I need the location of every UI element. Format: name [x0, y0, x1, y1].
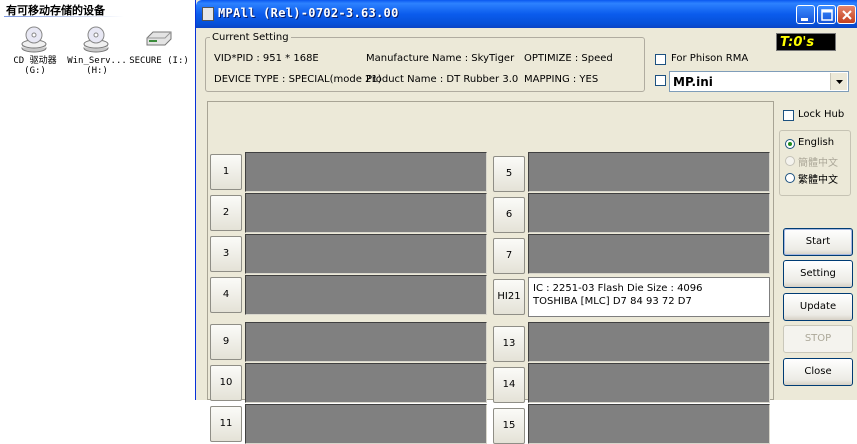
- setting-button[interactable]: Setting: [783, 260, 853, 288]
- optimize-text: OPTIMIZE : Speed: [524, 53, 613, 64]
- port-button-13[interactable]: 13: [493, 326, 525, 362]
- port-button-hi21[interactable]: HI21: [493, 279, 525, 315]
- port-info-hi21: IC : 2251-03 Flash Die Size : 4096 TOSHI…: [528, 277, 770, 317]
- radio-simplified-chinese[interactable]: [785, 156, 795, 166]
- port-status-5: [528, 152, 770, 192]
- update-button[interactable]: Update: [783, 293, 853, 321]
- cd-drive-icon: [83, 26, 109, 53]
- window-title: MPAll (Rel)-0702-3.63.00: [218, 6, 399, 20]
- mpall-window: MPAll (Rel)-0702-3.63.00 Current Setting…: [195, 0, 857, 444]
- ini-checkbox[interactable]: [655, 75, 666, 86]
- port-info-line2: TOSHIBA [MLC] D7 84 93 72 D7: [533, 296, 692, 307]
- drive-label: CD 驱动器: [13, 56, 57, 66]
- close-button[interactable]: Close: [783, 358, 853, 386]
- window-client: Current Setting VID*PID : 951 * 168E Man…: [199, 28, 857, 444]
- minimize-icon: [801, 18, 808, 21]
- port-status-13: [528, 322, 770, 362]
- radio-traditional-chinese[interactable]: [785, 173, 795, 183]
- port-status-9: [245, 322, 487, 362]
- app-icon: [202, 7, 214, 21]
- close-icon: [842, 10, 852, 20]
- product-name-text: Product Name : DT Rubber 3.0: [366, 74, 519, 85]
- maximize-button[interactable]: [817, 5, 836, 24]
- current-setting-group: Current Setting VID*PID : 951 * 168E Man…: [205, 32, 645, 92]
- port-button-4[interactable]: 4: [210, 277, 242, 313]
- ini-file-select[interactable]: MP.ini: [669, 71, 849, 92]
- port-button-11[interactable]: 11: [210, 406, 242, 442]
- start-button[interactable]: Start: [783, 228, 853, 256]
- drive-letter: (G:): [24, 66, 46, 76]
- lock-hub-label: Lock Hub: [798, 109, 845, 120]
- title-bar[interactable]: MPAll (Rel)-0702-3.63.00: [196, 0, 857, 28]
- port-status-10: [245, 363, 487, 403]
- port-status-14: [528, 363, 770, 403]
- language-label-simplified: 簡體中文: [798, 158, 838, 169]
- maximize-icon: [821, 9, 833, 21]
- port-button-15[interactable]: 15: [493, 408, 525, 444]
- port-button-5[interactable]: 5: [493, 156, 525, 192]
- language-label-english: English: [798, 137, 835, 148]
- explorer-pane: 有可移动存储的设备 CD 驱动器 (G:) Win_Serv... (H:) S…: [0, 0, 195, 400]
- port-status-15: [528, 404, 770, 444]
- port-info-line1: IC : 2251-03 Flash Die Size : 4096: [533, 283, 703, 294]
- port-button-14[interactable]: 14: [493, 367, 525, 403]
- ini-file-value: MP.ini: [673, 75, 713, 89]
- port-panel: 1 2 3 4 9 10 11 5 6 7 HI21 IC : 2251-03 …: [207, 101, 774, 444]
- manufacture-text: Manufacture Name : SkyTiger: [366, 53, 515, 64]
- mapping-text: MAPPING : YES: [524, 74, 599, 85]
- port-status-3: [245, 234, 487, 274]
- drive-item-g[interactable]: CD 驱动器 (G:): [4, 26, 66, 76]
- port-status-6: [528, 193, 770, 233]
- drive-label: Win_Serv...: [67, 56, 127, 66]
- vid-pid-text: VID*PID : 951 * 168E: [214, 53, 319, 64]
- dropdown-arrow[interactable]: [830, 73, 847, 90]
- port-status-11: [245, 404, 487, 444]
- removable-disk-icon: [146, 31, 172, 46]
- port-button-9[interactable]: 9: [210, 324, 242, 360]
- radio-english[interactable]: [785, 139, 795, 149]
- language-group: English 簡體中文 繁體中文: [779, 130, 851, 196]
- port-button-1[interactable]: 1: [210, 154, 242, 190]
- group-divider: [4, 16, 124, 17]
- port-button-7[interactable]: 7: [493, 238, 525, 274]
- minimize-button[interactable]: [796, 5, 815, 24]
- port-button-2[interactable]: 2: [210, 195, 242, 231]
- port-button-10[interactable]: 10: [210, 365, 242, 401]
- device-type-text: DEVICE TYPE : SPECIAL(mode 21): [214, 74, 382, 85]
- close-window-button[interactable]: [837, 5, 856, 24]
- timer-display: T:0's: [776, 33, 836, 51]
- port-status-4: [245, 275, 487, 315]
- cd-drive-icon: [21, 26, 47, 53]
- port-button-6[interactable]: 6: [493, 197, 525, 233]
- port-button-3[interactable]: 3: [210, 236, 242, 272]
- drive-letter: (H:): [86, 66, 108, 76]
- phison-rma-checkbox[interactable]: [655, 54, 666, 65]
- lock-hub-checkbox[interactable]: [783, 110, 794, 121]
- stop-button[interactable]: STOP: [783, 325, 853, 353]
- phison-rma-label: For Phison RMA: [671, 53, 749, 64]
- port-status-7: [528, 234, 770, 274]
- drive-item-i[interactable]: SECURE (I:): [128, 26, 190, 66]
- drive-label: SECURE (I:): [129, 56, 189, 66]
- port-status-1: [245, 152, 487, 192]
- current-setting-legend: Current Setting: [212, 32, 289, 43]
- port-status-2: [245, 193, 487, 233]
- drive-item-h[interactable]: Win_Serv... (H:): [66, 26, 128, 76]
- language-label-traditional: 繁體中文: [798, 175, 838, 186]
- chevron-down-icon: [836, 80, 843, 84]
